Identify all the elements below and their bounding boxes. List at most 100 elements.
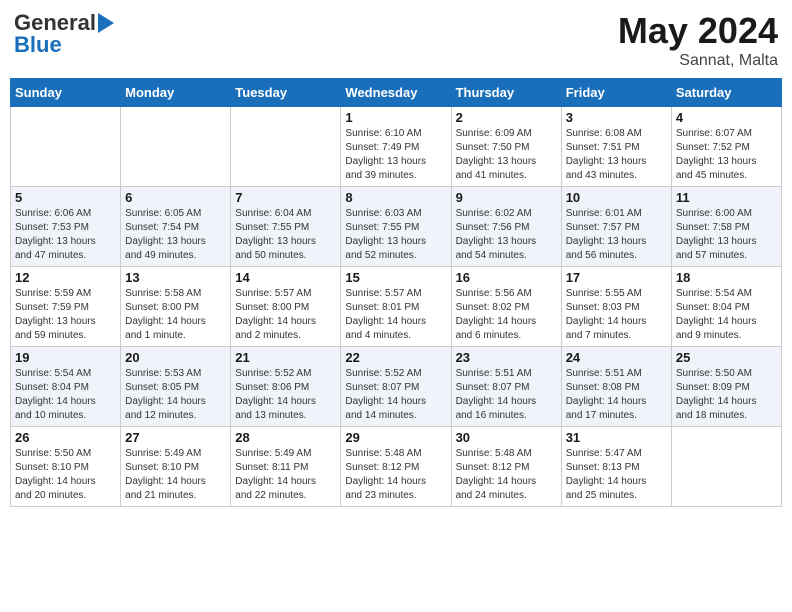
calendar-day-3: 3 Sunrise: 6:08 AMSunset: 7:51 PMDaylight…	[561, 107, 671, 187]
day-number: 14	[235, 270, 336, 285]
day-info: Sunrise: 5:49 AMSunset: 8:11 PMDaylight:…	[235, 447, 336, 503]
calendar-header-row: SundayMondayTuesdayWednesdayThursdayFrid…	[11, 79, 782, 107]
day-number: 18	[676, 270, 777, 285]
day-info: Sunrise: 5:53 AMSunset: 8:05 PMDaylight:…	[125, 367, 226, 423]
day-info: Sunrise: 6:10 AMSunset: 7:49 PMDaylight:…	[345, 127, 446, 183]
calendar-day-18: 18 Sunrise: 5:54 AMSunset: 8:04 PMDayligh…	[671, 267, 781, 347]
day-info: Sunrise: 5:51 AMSunset: 8:08 PMDaylight:…	[566, 367, 667, 423]
calendar-day-16: 16 Sunrise: 5:56 AMSunset: 8:02 PMDayligh…	[451, 267, 561, 347]
page-header: General Blue May 2024 Sannat, Malta	[10, 10, 782, 70]
day-info: Sunrise: 6:08 AMSunset: 7:51 PMDaylight:…	[566, 127, 667, 183]
day-info: Sunrise: 5:50 AMSunset: 8:09 PMDaylight:…	[676, 367, 777, 423]
day-number: 2	[456, 110, 557, 125]
calendar-day-20: 20 Sunrise: 5:53 AMSunset: 8:05 PMDayligh…	[121, 347, 231, 427]
day-number: 31	[566, 430, 667, 445]
day-number: 27	[125, 430, 226, 445]
calendar-day-19: 19Sunrise: 5:54 AMSunset: 8:04 PMDayligh…	[11, 347, 121, 427]
calendar-day-5: 5Sunrise: 6:06 AMSunset: 7:53 PMDaylight…	[11, 187, 121, 267]
day-info: Sunrise: 6:02 AMSunset: 7:56 PMDaylight:…	[456, 207, 557, 263]
calendar-day-27: 27 Sunrise: 5:49 AMSunset: 8:10 PMDayligh…	[121, 427, 231, 507]
calendar-day-empty	[231, 107, 341, 187]
title-area: May 2024 Sannat, Malta	[618, 10, 778, 70]
calendar-day-14: 14 Sunrise: 5:57 AMSunset: 8:00 PMDayligh…	[231, 267, 341, 347]
calendar-day-6: 6 Sunrise: 6:05 AMSunset: 7:54 PMDaylight…	[121, 187, 231, 267]
day-number: 28	[235, 430, 336, 445]
day-number: 1	[345, 110, 446, 125]
day-info: Sunrise: 6:01 AMSunset: 7:57 PMDaylight:…	[566, 207, 667, 263]
col-header-saturday: Saturday	[671, 79, 781, 107]
col-header-thursday: Thursday	[451, 79, 561, 107]
day-number: 21	[235, 350, 336, 365]
calendar-day-7: 7Sunrise: 6:04 AMSunset: 7:55 PMDaylight…	[231, 187, 341, 267]
day-number: 25	[676, 350, 777, 365]
calendar-week-row: 12 Sunrise: 5:59 AMSunset: 7:59 PMDayligh…	[11, 267, 782, 347]
calendar-day-21: 21 Sunrise: 5:52 AMSunset: 8:06 PMDayligh…	[231, 347, 341, 427]
calendar-day-29: 29 Sunrise: 5:48 AMSunset: 8:12 PMDayligh…	[341, 427, 451, 507]
calendar-day-25: 25 Sunrise: 5:50 AMSunset: 8:09 PMDayligh…	[671, 347, 781, 427]
day-info: Sunrise: 6:05 AMSunset: 7:54 PMDaylight:…	[125, 207, 226, 263]
day-info: Sunrise: 6:03 AMSunset: 7:55 PMDaylight:…	[345, 207, 446, 263]
day-number: 23	[456, 350, 557, 365]
day-info: Sunrise: 5:50 AMSunset: 8:10 PMDaylight:…	[15, 447, 116, 503]
calendar-day-30: 30Sunrise: 5:48 AMSunset: 8:12 PMDayligh…	[451, 427, 561, 507]
day-number: 16	[456, 270, 557, 285]
logo-arrow-icon	[98, 13, 114, 33]
day-info: Sunrise: 5:52 AMSunset: 8:06 PMDaylight:…	[235, 367, 336, 423]
day-info: Sunrise: 5:52 AMSunset: 8:07 PMDaylight:…	[345, 367, 446, 423]
day-info: Sunrise: 5:58 AMSunset: 8:00 PMDaylight:…	[125, 287, 226, 343]
day-info: Sunrise: 5:51 AMSunset: 8:07 PMDaylight:…	[456, 367, 557, 423]
day-info: Sunrise: 5:48 AMSunset: 8:12 PMDaylight:…	[456, 447, 557, 503]
day-info: Sunrise: 5:48 AMSunset: 8:12 PMDaylight:…	[345, 447, 446, 503]
calendar-day-28: 28 Sunrise: 5:49 AMSunset: 8:11 PMDayligh…	[231, 427, 341, 507]
day-number: 9	[456, 190, 557, 205]
calendar-day-8: 8 Sunrise: 6:03 AMSunset: 7:55 PMDaylight…	[341, 187, 451, 267]
day-number: 13	[125, 270, 226, 285]
calendar-week-row: 5Sunrise: 6:06 AMSunset: 7:53 PMDaylight…	[11, 187, 782, 267]
calendar-day-4: 4Sunrise: 6:07 AMSunset: 7:52 PMDaylight…	[671, 107, 781, 187]
day-info: Sunrise: 6:09 AMSunset: 7:50 PMDaylight:…	[456, 127, 557, 183]
calendar-day-13: 13 Sunrise: 5:58 AMSunset: 8:00 PMDayligh…	[121, 267, 231, 347]
calendar-day-15: 15Sunrise: 5:57 AMSunset: 8:01 PMDayligh…	[341, 267, 451, 347]
calendar-day-17: 17 Sunrise: 5:55 AMSunset: 8:03 PMDayligh…	[561, 267, 671, 347]
day-number: 20	[125, 350, 226, 365]
day-number: 6	[125, 190, 226, 205]
day-number: 24	[566, 350, 667, 365]
day-info: Sunrise: 5:56 AMSunset: 8:02 PMDaylight:…	[456, 287, 557, 343]
day-number: 8	[345, 190, 446, 205]
logo-blue-text: Blue	[14, 32, 62, 58]
day-info: Sunrise: 5:49 AMSunset: 8:10 PMDaylight:…	[125, 447, 226, 503]
calendar-table: SundayMondayTuesdayWednesdayThursdayFrid…	[10, 78, 782, 507]
col-header-friday: Friday	[561, 79, 671, 107]
day-info: Sunrise: 5:54 AMSunset: 8:04 PMDaylight:…	[676, 287, 777, 343]
day-number: 19	[15, 350, 116, 365]
calendar-day-empty	[121, 107, 231, 187]
day-number: 17	[566, 270, 667, 285]
logo: General Blue	[14, 10, 112, 58]
calendar-week-row: 19Sunrise: 5:54 AMSunset: 8:04 PMDayligh…	[11, 347, 782, 427]
calendar-day-22: 22Sunrise: 5:52 AMSunset: 8:07 PMDayligh…	[341, 347, 451, 427]
day-info: Sunrise: 6:07 AMSunset: 7:52 PMDaylight:…	[676, 127, 777, 183]
day-number: 7	[235, 190, 336, 205]
calendar-day-empty	[671, 427, 781, 507]
day-info: Sunrise: 5:47 AMSunset: 8:13 PMDaylight:…	[566, 447, 667, 503]
day-info: Sunrise: 5:59 AMSunset: 7:59 PMDaylight:…	[15, 287, 116, 343]
day-number: 12	[15, 270, 116, 285]
month-title: May 2024	[618, 10, 778, 52]
day-number: 11	[676, 190, 777, 205]
calendar-day-26: 26 Sunrise: 5:50 AMSunset: 8:10 PMDayligh…	[11, 427, 121, 507]
calendar-week-row: 26 Sunrise: 5:50 AMSunset: 8:10 PMDayligh…	[11, 427, 782, 507]
day-number: 26	[15, 430, 116, 445]
calendar-day-23: 23 Sunrise: 5:51 AMSunset: 8:07 PMDayligh…	[451, 347, 561, 427]
calendar-day-9: 9 Sunrise: 6:02 AMSunset: 7:56 PMDaylight…	[451, 187, 561, 267]
calendar-day-12: 12 Sunrise: 5:59 AMSunset: 7:59 PMDayligh…	[11, 267, 121, 347]
day-number: 10	[566, 190, 667, 205]
day-info: Sunrise: 5:55 AMSunset: 8:03 PMDaylight:…	[566, 287, 667, 343]
calendar-day-10: 10 Sunrise: 6:01 AMSunset: 7:57 PMDayligh…	[561, 187, 671, 267]
col-header-monday: Monday	[121, 79, 231, 107]
day-info: Sunrise: 6:06 AMSunset: 7:53 PMDaylight:…	[15, 207, 116, 263]
calendar-day-1: 1 Sunrise: 6:10 AMSunset: 7:49 PMDaylight…	[341, 107, 451, 187]
day-info: Sunrise: 5:57 AMSunset: 8:00 PMDaylight:…	[235, 287, 336, 343]
col-header-wednesday: Wednesday	[341, 79, 451, 107]
day-number: 29	[345, 430, 446, 445]
day-number: 3	[566, 110, 667, 125]
